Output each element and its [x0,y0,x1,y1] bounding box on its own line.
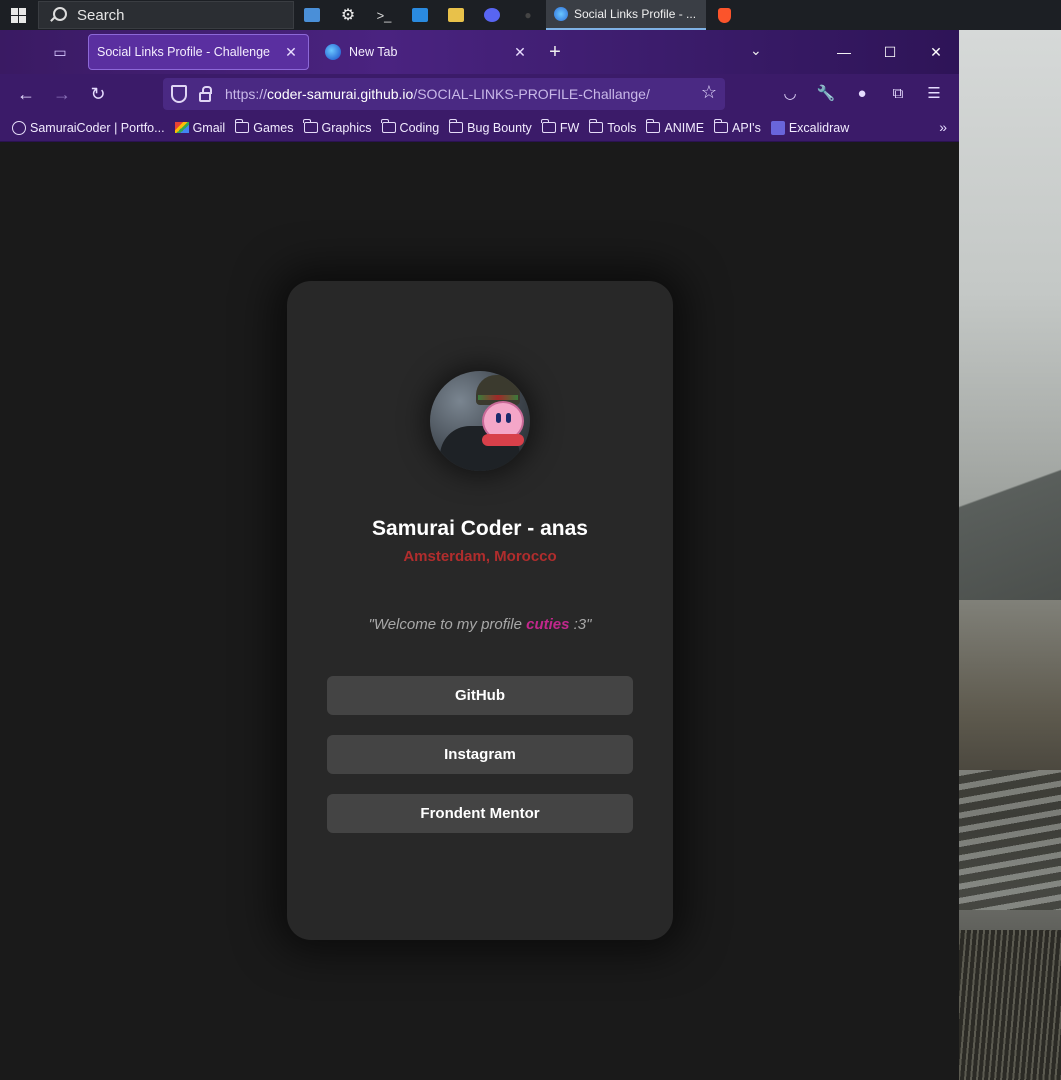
taskbar-brave-icon[interactable] [706,0,742,30]
bookmark-folder-fw[interactable]: FW [541,119,579,135]
taskbar-app-icon[interactable]: ● [510,0,546,30]
close-tab-icon[interactable]: ✕ [282,44,300,61]
minimize-icon[interactable]: — [821,30,867,74]
forward-icon[interactable]: → [50,82,74,106]
github-button[interactable]: GitHub [327,676,633,715]
tab-label: Social Links Profile - Challenge [97,45,271,59]
address-bar[interactable]: https://coder-samurai.github.io/SOCIAL-L… [163,78,725,110]
profile-avatar-icon[interactable]: ● [851,82,873,104]
profile-card: Samurai Coder - anas Amsterdam, Morocco … [287,281,673,940]
tab-label: New Tab [349,45,398,59]
extensions-icon[interactable]: ⧉ [887,82,909,104]
folder-icon [588,119,604,133]
bookmark-folder-anime[interactable]: ANIME [645,119,704,135]
bookmark-star-icon[interactable]: ☆ [701,82,717,103]
menu-icon[interactable]: ☰ [923,82,945,104]
tab-bar: ▭ Social Links Profile - Challenge ✕ New… [0,30,959,74]
chevron-down-icon[interactable]: ⌄ [750,42,762,59]
taskbar-search[interactable]: Search [38,1,294,29]
page-viewport: Samurai Coder - anas Amsterdam, Morocco … [0,142,959,1080]
profile-name: Samurai Coder - anas [372,517,588,540]
bookmark-folder-tools[interactable]: Tools [588,119,636,135]
avatar [430,371,530,471]
bookmark-folder-graphics[interactable]: Graphics [303,119,372,135]
bookmark-gmail[interactable]: Gmail [174,121,225,135]
folder-icon [448,119,464,133]
taskbar-control-panel-icon[interactable] [294,0,330,30]
tab-new-tab[interactable]: New Tab ✕ [317,34,537,70]
taskbar-search-label: Search [77,6,125,24]
excalidraw-icon [770,120,785,135]
tab-list-icon[interactable]: ▭ [40,37,80,67]
pocket-icon[interactable]: ◡ [779,82,801,104]
frontend-mentor-button[interactable]: Frondent Mentor [327,794,633,833]
profile-quote: "Welcome to my profile cuties :3" [368,616,592,633]
globe-icon [12,120,26,135]
instagram-button[interactable]: Instagram [327,735,633,774]
taskbar-terminal-icon[interactable]: >_ [366,0,402,30]
bookmark-excalidraw[interactable]: Excalidraw [770,120,849,135]
toolbar-extensions: ◡ 🔧 ● ⧉ ☰ [779,82,945,104]
bookmarks-overflow-icon[interactable]: » [939,119,947,135]
taskbar-discord-icon[interactable] [474,0,510,30]
folder-icon [541,119,556,133]
gmail-icon [174,122,189,133]
firefox-icon [554,7,568,21]
shield-icon[interactable] [171,85,187,103]
bookmark-folder-apis[interactable]: API's [713,119,761,135]
search-icon [49,6,67,24]
maximize-icon[interactable]: ☐ [867,30,913,74]
folder-icon [303,119,318,133]
lock-icon[interactable] [199,86,212,102]
taskbar-firefox-window[interactable]: Social Links Profile - ... [546,0,706,30]
wrench-icon[interactable]: 🔧 [815,82,837,104]
taskbar-settings-icon[interactable]: ⚙ [330,0,366,30]
bookmark-folder-bug-bounty[interactable]: Bug Bounty [448,119,532,135]
windows-taskbar: Search ⚙ >_ ● Social Links Profile - ... [0,0,1061,30]
windows-start-icon[interactable] [0,0,36,30]
folder-icon [381,119,396,133]
bookmark-portfolio[interactable]: SamuraiCoder | Portfo... [12,120,165,135]
navigation-bar: ← → ↻ https://coder-samurai.github.io/SO… [0,74,959,114]
profile-location: Amsterdam, Morocco [403,548,557,565]
tab-social-links[interactable]: Social Links Profile - Challenge ✕ [88,34,309,70]
back-icon[interactable]: ← [14,82,38,106]
close-window-icon[interactable]: ✕ [913,30,959,74]
bookmark-folder-coding[interactable]: Coding [381,119,439,135]
quote-highlight: cuties [526,616,570,633]
close-tab-icon[interactable]: ✕ [511,44,529,61]
folder-icon [234,119,250,133]
browser-window: ▭ Social Links Profile - Challenge ✕ New… [0,30,959,1080]
new-tab-button[interactable]: + [537,41,573,64]
window-controls: — ☐ ✕ [821,30,959,74]
url-text: https://coder-samurai.github.io/SOCIAL-L… [225,86,650,102]
desktop-wallpaper [959,30,1061,1080]
folder-icon [713,119,729,133]
taskbar-file-explorer-icon[interactable] [438,0,474,30]
bookmark-folder-games[interactable]: Games [234,119,294,135]
taskbar-window-title: Social Links Profile - ... [574,7,697,21]
firefox-icon [325,44,341,60]
reload-icon[interactable]: ↻ [86,82,110,106]
taskbar-vscode-icon[interactable] [402,0,438,30]
bookmarks-bar: SamuraiCoder | Portfo... Gmail Games Gra… [0,114,959,142]
folder-icon [645,119,661,133]
